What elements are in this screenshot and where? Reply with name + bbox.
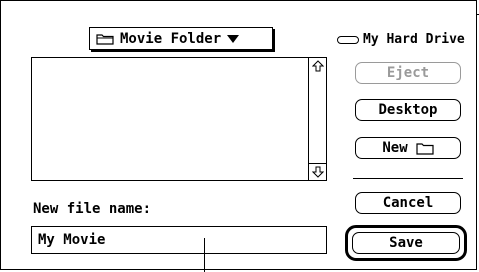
desktop-button[interactable]: Desktop [355, 99, 461, 121]
folder-popup-menu[interactable]: Movie Folder [89, 27, 273, 50]
eject-button[interactable]: Eject [355, 62, 461, 84]
scroll-down-arrow[interactable] [309, 163, 326, 180]
filename-input[interactable] [31, 226, 327, 254]
eject-button-label: Eject [386, 65, 430, 81]
save-button[interactable]: Save [352, 232, 460, 254]
button-separator [353, 178, 463, 179]
callout-line-bottom [204, 238, 205, 272]
arrow-down-icon [311, 166, 324, 178]
folder-icon [416, 142, 434, 155]
drive-label: My Hard Drive [363, 32, 465, 47]
new-folder-button[interactable]: New [355, 137, 461, 159]
hard-drive-icon [337, 35, 359, 44]
desktop-button-label: Desktop [378, 102, 438, 118]
cancel-button[interactable]: Cancel [355, 192, 461, 214]
save-button-label: Save [389, 235, 423, 251]
folder-icon [96, 33, 114, 45]
file-list[interactable] [31, 57, 327, 181]
chevron-down-icon [227, 34, 240, 43]
cancel-button-label: Cancel [382, 195, 434, 211]
folder-popup-label: Movie Folder [120, 30, 222, 47]
save-dialog: Movie Folder My Hard Drive Eject Desktop… [0, 0, 477, 270]
file-list-scrollbar[interactable] [308, 58, 326, 180]
scroll-up-arrow[interactable] [309, 58, 326, 75]
drive-indicator: My Hard Drive [337, 32, 465, 47]
arrow-up-icon [311, 60, 324, 72]
scroll-track[interactable] [309, 74, 326, 164]
new-folder-button-label: New [382, 140, 408, 156]
filename-label: New file name: [33, 201, 152, 217]
